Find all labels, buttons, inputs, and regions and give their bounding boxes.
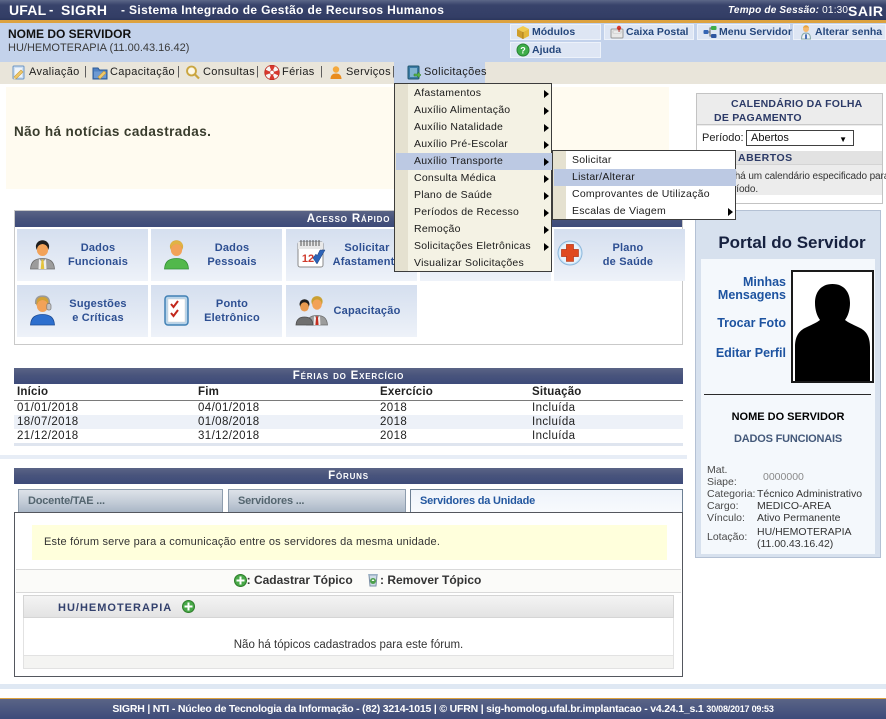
svg-text:12: 12 [302,253,314,265]
svg-text:?: ? [520,46,526,56]
